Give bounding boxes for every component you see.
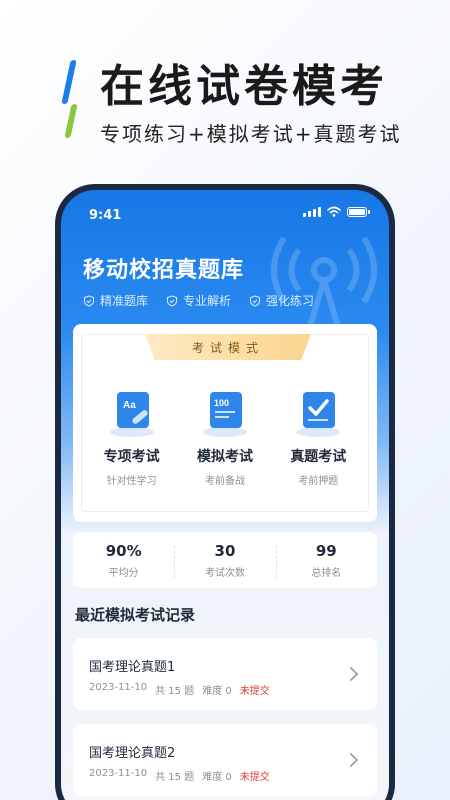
mode-desc: 考前备战 [204,476,245,487]
shield-check-icon [84,294,94,307]
stat-value: 99 [315,541,337,560]
stat-value: 30 [214,541,236,560]
record-difficulty: 难度 0 [202,772,232,783]
feature-label: 强化练习 [266,294,315,308]
broadcast-tower-icon [271,236,377,330]
exam-record-item[interactable]: 国考理论真题1 2023-11-10 共 15 题 难度 0 未提交 [73,638,377,710]
mode-name: 真题考试 [290,449,347,465]
mode-mock-exam[interactable]: 100 模拟考试 考前备战 [183,386,267,487]
record-count: 共 15 题 [155,772,195,783]
promo-headline: 在线试卷模考 [100,61,388,112]
stat-total-rank: 99 总排名 [275,541,377,579]
recent-records-title: 最近模拟考试记录 [75,606,196,624]
mode-real-exam[interactable]: 真题考试 考前押题 [276,386,360,487]
shield-check-icon [250,294,261,307]
record-count: 共 15 题 [155,686,195,697]
feature-item: 强化练习 [249,292,314,309]
signal-icon [303,206,321,217]
mode-desc: 考前押题 [298,476,339,487]
promo-subline: 专项练习+模拟考试+真题考试 [100,122,402,146]
stats-bar: 90% 平均分 30 考试次数 99 总排名 [73,532,377,588]
mode-name: 专项考试 [103,449,160,465]
exam-mode-card: 考试模式 Aa 专项考试 针对性学习 100 模拟考试 考前备战 真题考试 考前… [73,324,377,522]
status-bar: 9:41 [89,204,370,223]
battery-icon [347,206,370,217]
stat-label: 考试次数 [204,567,245,579]
accent-slash-green [64,104,78,138]
shield-check-icon [167,294,178,307]
record-date: 2023-11-10 [89,768,148,779]
status-time: 9:41 [89,208,122,223]
svg-text:100: 100 [214,398,229,408]
phone-frame: 9:41 移动校招真题库 精准题库 专业解析 强化练习 考试模式 Aa 专项考试… [55,184,395,800]
record-status: 未提交 [239,772,270,783]
feature-item: 专业解析 [166,292,231,309]
app-title: 移动校招真题库 [83,258,245,283]
stat-average-score: 90% 平均分 [73,542,174,579]
record-title: 国考理论真题1 [89,660,176,675]
wifi-icon [327,206,341,217]
score-paper-icon: 100 [198,386,252,440]
stat-label: 平均分 [108,567,139,579]
accent-slash-blue [61,60,77,104]
feature-label: 专业解析 [183,294,232,308]
record-meta: 2023-11-10 共 15 题 难度 0 未提交 [89,682,270,697]
exam-record-item[interactable]: 国考理论真题2 2023-11-10 共 15 题 难度 0 未提交 [73,724,377,796]
status-icons [303,206,370,217]
mode-list: Aa 专项考试 针对性学习 100 模拟考试 考前备战 真题考试 考前押题 [73,386,377,487]
promo-header: 在线试卷模考 专项练习+模拟考试+真题考试 [0,0,450,180]
checkmark-paper-icon [291,386,345,440]
exam-mode-ribbon: 考试模式 [145,334,311,360]
record-date: 2023-11-10 [89,682,148,693]
mode-special-exam[interactable]: Aa 专项考试 针对性学习 [90,386,174,487]
record-difficulty: 难度 0 [202,686,232,697]
record-meta: 2023-11-10 共 15 题 难度 0 未提交 [89,768,270,783]
feature-label: 精准题库 [100,294,149,308]
phone-screen: 9:41 移动校招真题库 精准题库 专业解析 强化练习 考试模式 Aa 专项考试… [61,190,389,800]
svg-text:Aa: Aa [123,400,136,411]
feature-item: 精准题库 [83,292,148,309]
stat-label: 总排名 [311,567,342,579]
chevron-right-icon [350,753,359,767]
record-status: 未提交 [239,686,270,697]
feature-list: 精准题库 专业解析 强化练习 [83,292,314,309]
record-title: 国考理论真题2 [89,746,176,761]
mode-desc: 针对性学习 [106,476,157,487]
mode-name: 模拟考试 [196,449,253,465]
font-book-icon: Aa [105,386,159,440]
stat-value: 90% [105,541,142,560]
chevron-right-icon [350,667,359,681]
stat-exam-count: 30 考试次数 [174,542,275,579]
